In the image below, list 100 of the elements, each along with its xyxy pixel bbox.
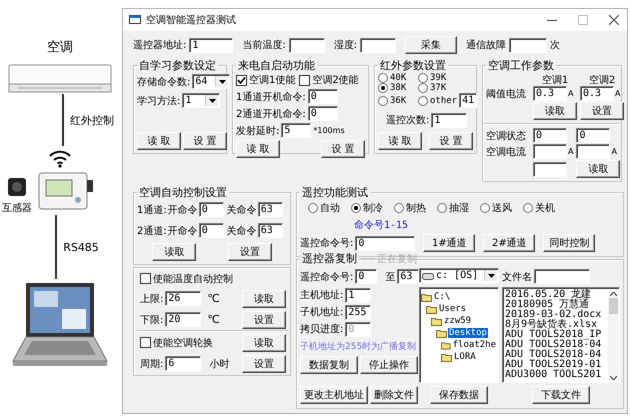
tree-item[interactable]: Users <box>438 304 468 314</box>
button[interactable]: 读取 <box>152 242 196 260</box>
radio-label: other <box>430 96 458 106</box>
drive-dropdown[interactable]: c: [OS] <box>419 268 499 283</box>
text-field[interactable]: 1 <box>345 288 372 302</box>
text-field[interactable]: 63 <box>397 269 420 284</box>
button[interactable]: 2#通道 <box>483 234 536 252</box>
group-title: 空调工作参数 <box>487 58 555 73</box>
button[interactable]: 同时控制 <box>543 234 596 252</box>
radio-button[interactable] <box>418 96 428 106</box>
field-label: 遥控命令号: <box>300 270 354 284</box>
text-field[interactable]: 0 <box>198 202 224 217</box>
radio-button[interactable] <box>480 203 490 213</box>
file-list[interactable]: 2016.05.20 龙建 20180905 万慧通 20189-03-02.docx 8月9号缺货表.xlsx ADU TOOLS2018_IP ADU TOOLS2018-04 ADU TOOLS2018-04 ADU TOOLS2019-01 ADU3000 TOOLS201 <box>502 287 620 383</box>
group-title: 遥控器复制 <box>300 251 359 266</box>
button[interactable]: 设置 <box>242 310 286 328</box>
tree-item[interactable]: C:\ <box>433 292 452 302</box>
radio-button[interactable] <box>351 203 361 213</box>
button[interactable]: 读取 <box>242 290 286 308</box>
field-label: 周期: <box>140 358 164 370</box>
text-field[interactable] <box>288 38 325 52</box>
text-field[interactable] <box>533 144 567 159</box>
list-item[interactable]: ADU TOOLS2018_IP <box>505 330 608 340</box>
text-field[interactable]: 0 <box>533 128 567 143</box>
button[interactable]: 设 置 <box>321 140 365 158</box>
button[interactable]: 读取 <box>576 160 620 178</box>
button[interactable]: 读取 <box>533 102 577 120</box>
text-field[interactable] <box>533 162 567 176</box>
text-field[interactable]: 26 <box>165 291 202 306</box>
radio-label: 36K <box>390 96 406 106</box>
folder-tree[interactable]: C:\ Users zzw59 Desktop float2he LORA <box>419 287 499 383</box>
text-field[interactable]: 63 <box>258 223 283 238</box>
button[interactable]: 采集 <box>405 36 458 54</box>
checkbox[interactable] <box>236 74 247 86</box>
button[interactable]: 删除文件 <box>370 386 418 404</box>
button[interactable]: 设置 <box>580 102 624 120</box>
button[interactable]: 设 置 <box>183 132 227 150</box>
list-item[interactable]: ADU TOOLS2019-01 <box>505 360 608 370</box>
list-item[interactable]: ADU3000 TOOLS201 <box>505 370 608 380</box>
button[interactable]: 保存数据 <box>430 386 488 404</box>
button[interactable]: 更改主机地址 <box>300 386 368 404</box>
list-item[interactable]: 20180905 万慧通 <box>505 300 608 310</box>
text-field[interactable]: 0.3 <box>533 86 567 101</box>
text-field[interactable]: 5 <box>281 123 312 138</box>
text-field[interactable]: 0.3 <box>580 86 614 101</box>
button[interactable]: 1#通道 <box>423 234 476 252</box>
list-item[interactable]: ADU TOOLS2018-04 <box>505 340 608 350</box>
checkbox[interactable] <box>299 74 310 86</box>
button[interactable]: 读 取 <box>378 132 422 150</box>
button[interactable]: 数据复制 <box>300 356 358 374</box>
button[interactable]: 设 置 <box>429 132 473 150</box>
radio-button[interactable] <box>394 203 404 213</box>
text-field[interactable]: 0 <box>198 223 224 238</box>
unit-label: A <box>615 89 620 98</box>
text-field[interactable]: 255 <box>345 304 372 320</box>
tree-item[interactable]: float2he <box>452 340 497 350</box>
text-field[interactable]: 0 <box>308 106 338 121</box>
text-field[interactable]: 0 <box>308 89 338 104</box>
text-field[interactable]: 1 <box>189 38 234 52</box>
dropdown[interactable]: 64 <box>192 74 230 89</box>
text-field[interactable] <box>509 38 548 52</box>
radio-button[interactable] <box>418 73 428 83</box>
text-field[interactable]: 0 <box>576 128 610 143</box>
button[interactable]: 停止操作 <box>360 356 418 374</box>
button[interactable]: 设置 <box>228 242 272 260</box>
button[interactable]: 读取 <box>242 334 286 352</box>
list-item[interactable]: 8月9号缺货表.xlsx <box>505 320 608 330</box>
text-field[interactable]: 41 <box>459 93 478 108</box>
checkbox[interactable] <box>140 273 151 284</box>
radio-button[interactable] <box>523 203 533 213</box>
list-item[interactable]: 20189-03-02.docx <box>505 310 608 320</box>
button[interactable]: 下载文件 <box>532 386 590 404</box>
scrollbar[interactable] <box>608 290 619 380</box>
radio-button[interactable] <box>308 203 318 213</box>
text-field[interactable]: 1 <box>431 112 468 128</box>
list-item[interactable]: 2016.05.20 龙建 <box>505 290 608 300</box>
text-field[interactable]: 20 <box>165 312 202 327</box>
checkbox[interactable] <box>140 337 151 348</box>
tree-item[interactable]: LORA <box>453 352 477 362</box>
text-field[interactable]: 0 <box>355 269 378 284</box>
button[interactable]: 读 取 <box>236 140 280 158</box>
text-field[interactable]: 6 <box>165 356 202 371</box>
field-label: 通信故障 <box>466 38 506 52</box>
radio-button[interactable] <box>437 203 447 213</box>
button[interactable]: 读 取 <box>137 132 181 150</box>
tree-item[interactable]: zzw59 <box>443 316 472 326</box>
list-item[interactable]: ADU TOOLS2018-04 <box>505 350 608 360</box>
scroll-thumb[interactable] <box>609 298 618 314</box>
text-field[interactable] <box>534 269 590 284</box>
text-field[interactable]: 63 <box>258 202 283 217</box>
text-field[interactable]: 0 <box>355 236 416 250</box>
tree-item[interactable]: Desktop <box>448 328 488 338</box>
text-field[interactable] <box>360 38 396 52</box>
dropdown[interactable]: 1 <box>182 93 220 108</box>
radio-button[interactable] <box>378 83 388 93</box>
button[interactable]: 设置 <box>242 354 286 372</box>
radio-button[interactable] <box>378 73 388 83</box>
text-field[interactable] <box>576 144 610 159</box>
radio-button[interactable] <box>378 96 388 106</box>
radio-button[interactable] <box>418 83 428 93</box>
